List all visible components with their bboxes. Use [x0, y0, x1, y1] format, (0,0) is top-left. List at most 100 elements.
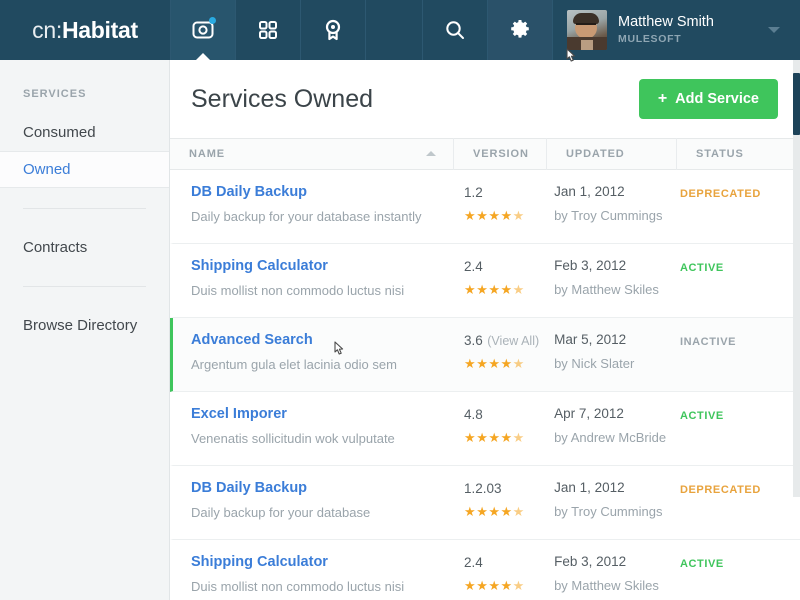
column-header-updated[interactable]: UPDATED	[546, 138, 676, 170]
sidebar-item-label: Owned	[23, 161, 71, 178]
cell-version: 4.8 ★★★★★	[464, 406, 554, 444]
updated-date: Feb 3, 2012	[554, 258, 680, 273]
sidebar-item-label: Contracts	[23, 239, 87, 256]
cell-version: 2.4★★★★★	[464, 554, 554, 592]
column-header-label: STATUS	[696, 148, 744, 160]
gear-settings-icon	[508, 18, 532, 42]
updated-by: by Troy Cummings	[554, 504, 680, 519]
sidebar-item-label: Consumed	[23, 124, 96, 141]
cell-status: ACTIVE	[680, 554, 800, 572]
sidebar-item-owned[interactable]: Owned	[0, 151, 169, 188]
service-name-link[interactable]: DB Daily Backup	[191, 480, 464, 496]
cell-name: Advanced SearchArgentum gula elet lacini…	[191, 332, 464, 372]
cell-name: DB Daily Backup Daily backup for your dat…	[191, 184, 464, 224]
nav-item-apps[interactable]	[235, 0, 300, 60]
service-name-link[interactable]: Shipping Calculator	[191, 554, 464, 570]
table-row[interactable]: DB Daily Backup Daily backup for your dat…	[170, 170, 800, 244]
service-name-link[interactable]: Shipping Calculator	[191, 258, 464, 274]
user-name: Matthew Smith	[618, 14, 714, 31]
sidebar-item-browse-directory[interactable]: Browse Directory	[0, 307, 169, 344]
status-badge: ACTIVE	[680, 410, 724, 422]
updated-by: by Andrew McBride	[554, 430, 680, 445]
cell-updated: Jan 1, 2012by Troy Cummings	[554, 184, 680, 223]
nav-item-settings[interactable]	[487, 0, 552, 60]
sidebar-section-heading: SERVICES	[0, 60, 169, 100]
rating-stars: ★★★★★	[464, 209, 554, 222]
cell-name: Shipping Calculator Duis mollist non comm…	[191, 258, 464, 298]
service-name-link[interactable]: Excel Imporer	[191, 406, 464, 422]
service-name-link[interactable]: DB Daily Backup	[191, 184, 464, 200]
grid-apps-icon	[257, 19, 279, 41]
updated-date: Feb 3, 2012	[554, 554, 680, 569]
column-header-version[interactable]: VERSION	[453, 138, 546, 170]
chevron-down-icon[interactable]	[768, 27, 780, 33]
user-menu[interactable]: Matthew Smith MULESOFT	[552, 0, 800, 60]
nav-icon-group	[170, 0, 552, 60]
services-table-body: DB Daily Backup Daily backup for your dat…	[170, 170, 800, 600]
sort-ascending-icon[interactable]	[426, 151, 436, 156]
page-title: Services Owned	[191, 85, 373, 114]
cell-updated: Apr 7, 2012by Andrew McBride	[554, 406, 680, 445]
sidebar-divider	[23, 208, 146, 209]
view-all-versions-link[interactable]: (View All)	[487, 334, 539, 348]
cell-updated: Feb 3, 2012by Matthew Skiles	[554, 258, 680, 297]
user-info: Matthew Smith MULESOFT	[618, 14, 714, 46]
nav-item-awards[interactable]	[300, 0, 365, 60]
column-header-label: UPDATED	[566, 148, 625, 160]
cell-updated: Jan 1, 2012by Troy Cummings	[554, 480, 680, 519]
updated-by: by Matthew Skiles	[554, 578, 680, 593]
column-header-label: VERSION	[473, 148, 529, 160]
service-name-link[interactable]: Advanced Search	[191, 332, 464, 348]
add-service-button-label: Add Service	[675, 91, 759, 107]
add-service-button[interactable]: + Add Service	[639, 79, 778, 119]
status-badge: DEPRECATED	[680, 188, 761, 200]
table-row[interactable]: Shipping CalculatorDuis mollist non comm…	[170, 540, 800, 600]
nav-item-search[interactable]	[422, 0, 487, 60]
service-description: Daily backup for your database	[191, 505, 464, 520]
version-number: 2.4	[464, 555, 483, 570]
plus-icon: +	[658, 90, 667, 108]
sidebar-item-label: Browse Directory	[23, 317, 137, 334]
table-row[interactable]: Advanced SearchArgentum gula elet lacini…	[170, 318, 800, 392]
notification-badge-dot	[209, 17, 216, 24]
rating-stars: ★★★★★	[464, 505, 554, 518]
cell-status: ACTIVE	[680, 406, 800, 424]
table-header-row: NAME VERSION UPDATED STATUS	[170, 138, 800, 170]
rating-stars: ★★★★★	[464, 283, 554, 296]
updated-by: by Nick Slater	[554, 356, 680, 371]
service-description: Duis mollist non commodo luctus nisi	[191, 283, 464, 298]
cell-version: 2.4 ★★★★★	[464, 258, 554, 296]
nav-item-services[interactable]	[170, 0, 235, 60]
cell-version: 1.2 ★★★★★	[464, 184, 554, 222]
active-tab-pointer	[196, 53, 210, 60]
top-navigation-bar: cn:Habitat	[0, 0, 800, 60]
rating-stars: ★★★★★	[464, 431, 554, 444]
version-number: 2.4	[464, 259, 483, 274]
table-row[interactable]: Shipping Calculator Duis mollist non comm…	[170, 244, 800, 318]
cell-name: Excel ImporerVenenatis sollicitudin wok …	[191, 406, 464, 446]
column-header-status[interactable]: STATUS	[676, 138, 800, 170]
service-description: Daily backup for your database instantly	[191, 209, 464, 224]
column-header-name[interactable]: NAME	[170, 138, 453, 170]
brand-logo-prefix: cn:	[32, 17, 62, 44]
cell-version: 3.6 (View All)★★★★★	[464, 332, 554, 370]
vertical-scrollbar-thumb[interactable]	[793, 73, 800, 135]
table-row[interactable]: DB Daily Backup Daily backup for your dat…	[170, 466, 800, 540]
brand-logo[interactable]: cn:Habitat	[0, 0, 170, 60]
version-number: 1.2.03	[464, 481, 502, 496]
search-icon	[443, 18, 467, 42]
rating-stars: ★★★★★	[464, 357, 554, 370]
vertical-scrollbar-track[interactable]	[793, 60, 800, 497]
cell-status: ACTIVE	[680, 258, 800, 276]
main-content: Services Owned + Add Service NAME VERSIO…	[170, 60, 800, 600]
status-badge: ACTIVE	[680, 262, 724, 274]
sidebar-item-consumed[interactable]: Consumed	[0, 114, 169, 151]
cell-name: Shipping CalculatorDuis mollist non comm…	[191, 554, 464, 594]
version-number: 4.8	[464, 407, 483, 422]
cell-status: DEPRECATED	[680, 480, 800, 498]
cell-name: DB Daily Backup Daily backup for your dat…	[191, 480, 464, 520]
sidebar-item-contracts[interactable]: Contracts	[0, 229, 169, 266]
status-badge: ACTIVE	[680, 558, 724, 570]
table-row[interactable]: Excel ImporerVenenatis sollicitudin wok …	[170, 392, 800, 466]
version-number: 1.2	[464, 185, 483, 200]
